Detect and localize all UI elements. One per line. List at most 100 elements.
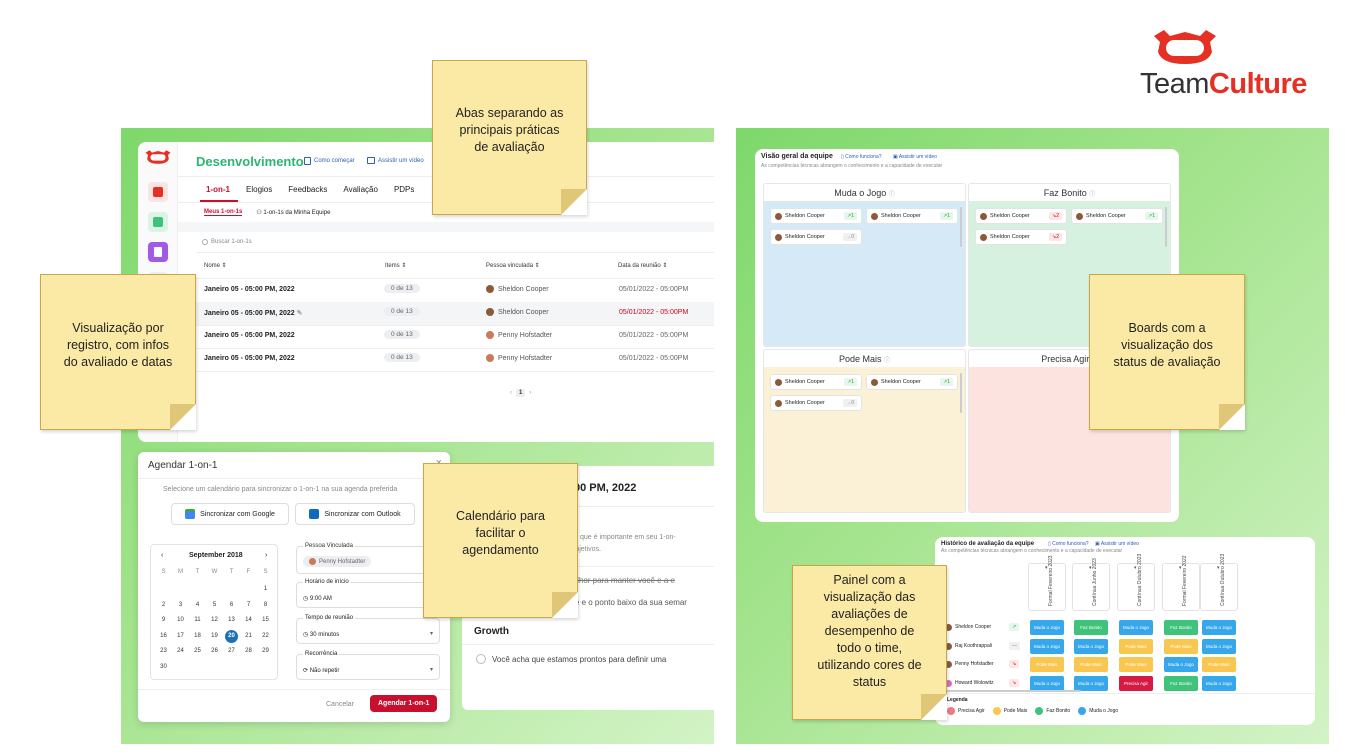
calendar-day[interactable]: 5 <box>208 599 221 612</box>
next-page-button[interactable]: › <box>529 390 531 396</box>
history-row[interactable]: Sheldon Cooper ↗ Muda o Jogo Faz Bonito Muda… <box>941 619 1271 636</box>
meeting-text: ar o que é importante em seu 1-on- <box>566 534 676 541</box>
history-card: Histórico de avaliação da equipe ▯ Como … <box>935 537 1315 725</box>
schedule-button[interactable]: Agendar 1-on-1 <box>370 695 438 712</box>
sync-google-button[interactable]: Sincronizar com Google <box>171 503 289 525</box>
calendar-day[interactable]: 2 <box>157 599 170 612</box>
subtab-my-1on1s[interactable]: Meus 1-on-1s <box>204 209 243 216</box>
scrollbar[interactable] <box>960 373 962 413</box>
history-row[interactable]: Raj Koothrappali — Muda o Jogo Muda o Jogo P… <box>941 638 1271 655</box>
person-card[interactable]: Sheldon Cooper →0 <box>770 229 862 245</box>
calendar-day[interactable]: 14 <box>242 614 255 627</box>
col-items[interactable]: Items ⇕ <box>385 262 406 269</box>
duration-select[interactable]: Tempo de reunião ◷ 30 minutos ▾ <box>296 615 440 644</box>
person-card[interactable]: Sheldon Cooper ↘2 <box>975 229 1067 245</box>
calendar-day[interactable]: 12 <box>208 614 221 627</box>
person-card[interactable]: Sheldon Cooper ↗1 <box>770 374 862 390</box>
period-label: Contínua Outubro 2023 <box>1137 553 1143 606</box>
history-row[interactable]: Howard Wolowitz ↘ Muda o Jogo Muda o Jogo Pr… <box>941 675 1271 692</box>
calendar-day[interactable]: 25 <box>191 645 204 658</box>
cancel-button[interactable]: Cancelar <box>326 701 354 708</box>
how-it-works-link[interactable]: ▯ Como funciona? <box>841 154 882 160</box>
brand-culture: Culture <box>1208 68 1308 100</box>
start-time-field[interactable]: Horário de início ◷ 9:00 AM <box>296 579 440 608</box>
edit-icon[interactable]: ✎ <box>297 310 303 317</box>
col-person[interactable]: Pessoa vinculada ⇕ <box>486 262 540 269</box>
calendar-day[interactable]: 3 <box>174 599 187 612</box>
calendar-day[interactable]: 24 <box>174 645 187 658</box>
tab-feedbacks[interactable]: Feedbacks <box>288 185 327 194</box>
modal-subtitle: Selecione um calendário para sincronizar… <box>163 486 398 493</box>
prev-month-button[interactable]: ‹ <box>161 552 163 559</box>
table-row[interactable]: Janeiro 05 - 05:00 PM, 2022 0 de 13 Penn… <box>196 325 714 348</box>
calendar-day[interactable]: 19 <box>208 630 221 643</box>
scrollbar[interactable] <box>960 207 962 247</box>
table-row[interactable]: Janeiro 05 - 05:00 PM, 2022 ✎ 0 de 13 Sh… <box>196 302 714 325</box>
growth-question[interactable]: Você acha que estamos prontos para defin… <box>476 654 666 664</box>
sync-outlook-button[interactable]: Sincronizar com Outlook <box>295 503 415 525</box>
calendar-day[interactable]: 10 <box>174 614 187 627</box>
person-name: Raj Koothrappali <box>955 642 992 649</box>
calendar-day[interactable]: 6 <box>225 599 238 612</box>
calendar-day[interactable]: 29 <box>259 645 272 658</box>
calendar-day[interactable]: 7 <box>242 599 255 612</box>
tab-avaliacao[interactable]: Avaliação <box>343 185 378 194</box>
tab-elogios[interactable]: Elogios <box>246 185 272 194</box>
how-to-start-link[interactable]: Como começar <box>304 157 355 165</box>
person-card[interactable]: Sheldon Cooper ↗1 <box>770 208 862 224</box>
trend-badge: ↗1 <box>940 212 953 220</box>
calendar-day[interactable]: 30 <box>157 661 170 674</box>
watch-video-link[interactable]: ▣ Assistir um vídeo <box>1095 541 1139 547</box>
calendar-day[interactable]: 23 <box>157 645 170 658</box>
calendar-day-selected[interactable]: 20 <box>225 629 238 643</box>
calendar-day[interactable]: 26 <box>208 645 221 658</box>
status-cell: Muda o Jogo <box>1074 675 1108 691</box>
next-month-button[interactable]: › <box>265 552 267 559</box>
tab-pdps[interactable]: PDPs <box>394 185 414 194</box>
page-number[interactable]: 1 <box>516 389 526 397</box>
subtab-team-1on1s[interactable]: ⚇ 1-on-1s da Minha Equipe <box>256 209 330 216</box>
calendar-day[interactable]: 8 <box>259 599 272 612</box>
calendar-day[interactable]: 18 <box>191 630 204 643</box>
person-card[interactable]: Sheldon Cooper ↗1 <box>866 208 958 224</box>
scrollbar[interactable] <box>941 690 1081 692</box>
calendar-day[interactable]: 22 <box>259 630 272 643</box>
sidebar-item-people[interactable] <box>148 182 168 202</box>
legend-item: Precisa Agir <box>947 707 985 715</box>
col-date[interactable]: Data da reunião ⇕ <box>618 262 667 269</box>
sidebar-item-org[interactable] <box>148 212 168 232</box>
calendar-day[interactable]: 9 <box>157 614 170 627</box>
calendar-day[interactable]: 16 <box>157 630 170 643</box>
calendar-day[interactable]: 21 <box>242 630 255 643</box>
calendar-day[interactable]: 1 <box>259 583 272 596</box>
history-row[interactable]: Penny Hofstadter ↘ Pode Mais Pode Mais Pode … <box>941 656 1271 673</box>
col-name[interactable]: Nome ⇕ <box>204 262 227 269</box>
calendar-day[interactable]: 27 <box>225 645 238 658</box>
recurrence-select[interactable]: Recorrência ⟳ Não repetir ▾ <box>296 651 440 680</box>
calendar-day[interactable]: 17 <box>174 630 187 643</box>
tab-1on1[interactable]: 1-on-1 <box>206 185 230 194</box>
person-field[interactable]: Pessoa Vinculada Penny Hofstadter <box>296 543 440 574</box>
person-card[interactable]: Sheldon Cooper ↗1 <box>1071 208 1163 224</box>
table-row[interactable]: Janeiro 05 - 05:00 PM, 2022 0 de 13 Penn… <box>196 348 714 371</box>
subtabs: Meus 1-on-1s ⚇ 1-on-1s da Minha Equipe <box>204 209 330 216</box>
period-header: ▾ Contínua Junho 2023 <box>1072 558 1110 611</box>
calendar-day[interactable]: 13 <box>225 614 238 627</box>
person-card[interactable]: Sheldon Cooper ↗1 <box>866 374 958 390</box>
watch-video-link[interactable]: Assistir um vídeo <box>367 157 424 164</box>
person-card[interactable]: Sheldon Cooper ↘2 <box>975 208 1067 224</box>
sidebar-item-development[interactable] <box>148 242 168 262</box>
search-input[interactable]: Buscar 1-on-1s <box>202 239 402 245</box>
schedule-modal: Agendar 1-on-1 × Selecione um calendário… <box>138 452 450 722</box>
table-row[interactable]: Janeiro 05 - 05:00 PM, 2022 0 de 13 Shel… <box>196 279 714 302</box>
calendar-day[interactable]: 15 <box>259 614 272 627</box>
prev-page-button[interactable]: ‹ <box>510 390 512 396</box>
calendar-day[interactable]: 11 <box>191 614 204 627</box>
scrollbar[interactable] <box>1165 207 1167 247</box>
watch-video-link[interactable]: ▣ Assistir um vídeo <box>893 154 937 160</box>
person-card[interactable]: Sheldon Cooper →0 <box>770 395 862 411</box>
calendar-day[interactable]: 4 <box>191 599 204 612</box>
legend-label: Precisa Agir <box>958 708 985 714</box>
how-it-works-link[interactable]: ▯ Como funciona? <box>1048 541 1089 547</box>
calendar-day[interactable]: 28 <box>242 645 255 658</box>
